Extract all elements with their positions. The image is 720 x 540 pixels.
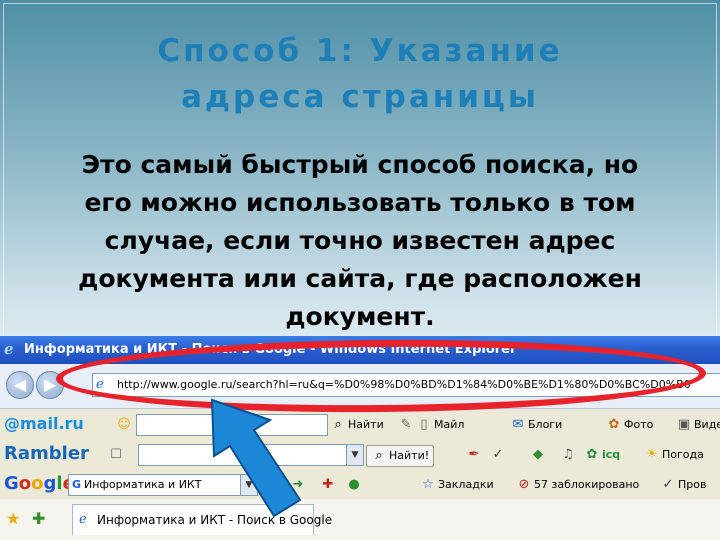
rambler-icq-button[interactable]: ✿ icq xyxy=(584,445,621,465)
google-logo: Google xyxy=(4,473,75,494)
page-icon: ℯ xyxy=(79,512,87,527)
rambler-news-button[interactable]: ◆ xyxy=(530,445,548,465)
share-icon: ✚ xyxy=(322,477,334,492)
document-icon: ▯ xyxy=(420,417,428,432)
google-popup-blocker[interactable]: ⊘ 57 заблокировано xyxy=(516,475,640,495)
rambler-spell-button[interactable]: ✓ xyxy=(490,445,508,465)
news-icon: ◆ xyxy=(533,447,543,462)
rambler-music-button[interactable]: ♫ xyxy=(560,445,578,465)
rambler-menu-button[interactable]: ☐ xyxy=(108,445,126,465)
body-line-3: случае, если точно известен адрес xyxy=(104,226,616,255)
chevron-down-icon: ▼ xyxy=(245,480,253,490)
spellcheck-icon: ✓ xyxy=(492,447,504,462)
mailru-search-input[interactable] xyxy=(136,414,328,436)
pen-icon: ✒ xyxy=(468,447,480,462)
add-favorites-icon[interactable]: ✚ xyxy=(32,511,45,527)
rambler-weather-button[interactable]: ☀ Погода xyxy=(644,445,704,465)
body-line-4: документа или сайта, где расположен xyxy=(78,264,642,293)
icq-flower-icon: ✿ xyxy=(586,447,598,462)
rambler-pen-button[interactable]: ✒ xyxy=(466,445,484,465)
mailru-blogs-button[interactable]: ✉ Блоги xyxy=(510,415,563,435)
rambler-search-input[interactable] xyxy=(138,444,348,466)
mailru-menu-button[interactable]: ☺ xyxy=(116,415,134,435)
tab-strip: ★ ✚ ℯ Информатика и ИКТ - Поиск в Google xyxy=(0,499,720,540)
tab-google-search[interactable]: ℯ Информатика и ИКТ - Поиск в Google xyxy=(72,504,332,535)
mailru-mail-button[interactable]: ✎ ▯ Майл xyxy=(398,415,465,435)
pencil-icon: ✎ xyxy=(400,417,412,432)
ie-logo-icon: ℯ xyxy=(4,340,14,358)
mailru-toolbar: @mail.ru ☺ ⌕ Найти ✎ ▯ Майл ✉ Блоги ✿ Фото ▣ В… xyxy=(0,409,720,440)
google-search-input[interactable]: G Информатика и ИКТ xyxy=(68,474,242,496)
google-g-icon: G xyxy=(72,478,82,491)
mailru-video-button[interactable]: ▣ Виде xyxy=(676,415,720,435)
rambler-search-dropdown[interactable]: ▼ xyxy=(346,444,364,466)
rambler-logo: Rambler xyxy=(4,443,89,464)
smiley-icon: ☺ xyxy=(117,417,131,432)
body-line-2: его можно использовать только в том xyxy=(84,188,636,217)
blocked-popup-icon: ⊘ xyxy=(518,477,530,492)
mailru-photo-button[interactable]: ✿ Фото xyxy=(606,415,654,435)
google-search-value: Информатика и ИКТ xyxy=(84,478,202,491)
search-icon: ⌕ xyxy=(375,448,383,463)
search-icon: ⌕ xyxy=(334,417,342,432)
google-search-button[interactable]: ➜ xyxy=(290,475,308,495)
body-line-5: документ. xyxy=(285,302,435,331)
rambler-search-button[interactable]: ⌕ Найти! xyxy=(366,445,435,467)
tab-label: Информатика и ИКТ - Поиск в Google xyxy=(97,513,333,527)
slide-title-line1: Способ 1: Указание xyxy=(157,33,563,69)
rambler-toolbar: Rambler ☐ ▼ ⌕ Найти! ✒ ✓ ◆ ♫ ✿ icq ☀ Погода xyxy=(0,439,720,470)
abc-check-icon: ✓ xyxy=(662,477,674,492)
google-bookmarks-button[interactable]: ☆ Закладки xyxy=(420,475,493,495)
blog-icon: ✉ xyxy=(512,417,524,432)
sun-icon: ☀ xyxy=(646,447,658,462)
favorites-star-icon[interactable]: ★ xyxy=(6,511,20,527)
music-icon: ♫ xyxy=(562,447,574,462)
google-chat-button[interactable]: ● xyxy=(346,475,364,495)
star-icon: ☆ xyxy=(422,477,434,492)
arrow-left-icon: ◀ xyxy=(13,375,27,394)
photo-icon: ✿ xyxy=(608,417,620,432)
mailru-find-button[interactable]: ⌕ Найти xyxy=(330,415,383,435)
chevron-down-icon: ▼ xyxy=(351,450,359,460)
google-share-button[interactable]: ✚ xyxy=(320,475,338,495)
mailru-logo: @mail.ru xyxy=(4,414,84,433)
chat-bubble-icon: ● xyxy=(348,477,360,492)
video-icon: ▣ xyxy=(677,417,691,432)
search-go-icon: ➜ xyxy=(292,477,304,492)
arrow-right-icon: ▶ xyxy=(43,375,57,394)
back-button[interactable]: ◀ xyxy=(6,371,34,399)
google-search-dropdown[interactable]: ▼ xyxy=(240,474,258,496)
checkbox-icon: ☐ xyxy=(110,447,122,462)
slide-title-line2: адреса страницы xyxy=(181,79,539,115)
body-line-1: Это самый быстрый способ поиска, но xyxy=(81,150,639,179)
google-spellcheck-button[interactable]: ✓ Пров xyxy=(660,475,707,495)
google-toolbar: Google GИнформатика и ИКТ ▼ ➜ ✚ ● ☆Закла… xyxy=(0,469,720,500)
